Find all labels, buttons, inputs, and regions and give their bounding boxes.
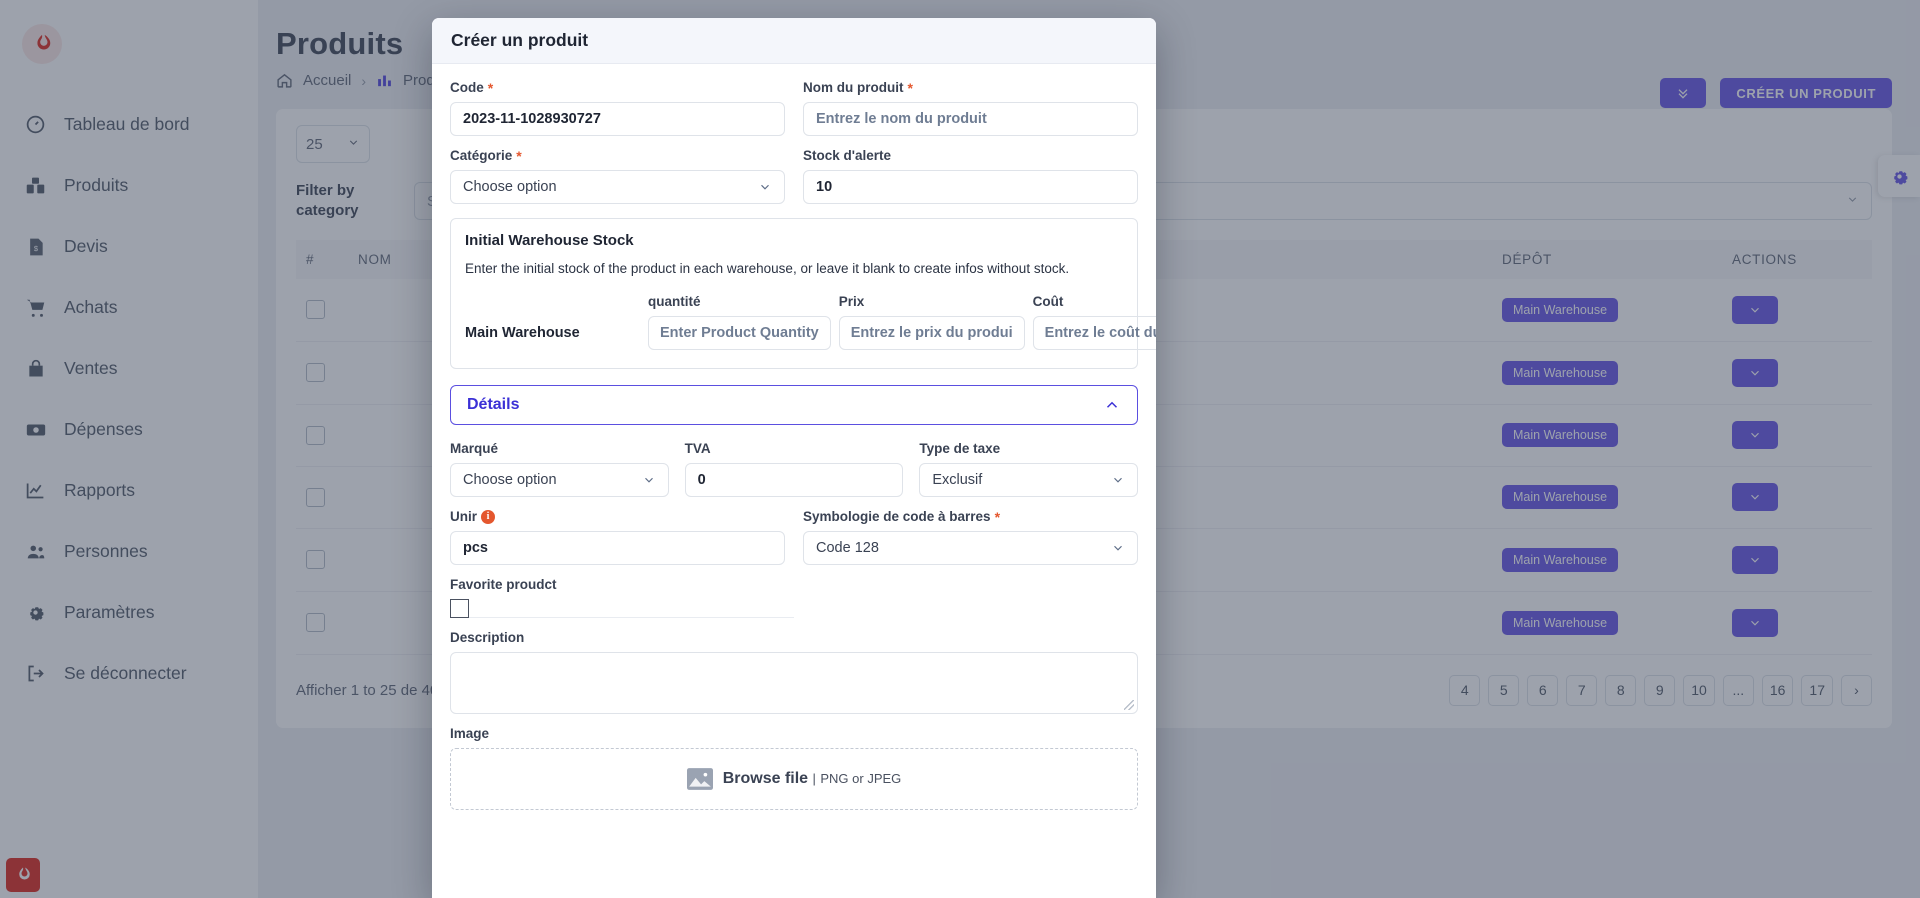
modal-header: Créer un produit (432, 18, 1156, 64)
barcode-symbology-label: Symbologie de code à barres * (803, 509, 1138, 524)
chevron-down-icon (758, 180, 772, 194)
favorite-product-field: Favorite proudct (450, 577, 794, 618)
initial-warehouse-stock-section: Initial Warehouse Stock Enter the initia… (450, 218, 1156, 369)
tva-field: TVA 0 (684, 441, 904, 497)
required-marker: * (994, 508, 1001, 525)
top-fields-grid: Code * 2023-11-1028930727 Nom du produit… (450, 80, 1138, 216)
pipe-separator: | (812, 771, 816, 786)
image-dropzone[interactable]: Browse file | PNG or JPEG (450, 748, 1138, 810)
product-name-label-text: Nom du produit (803, 80, 904, 95)
details-grid: Marqué Choose option TVA 0 Type de taxe (450, 441, 1138, 509)
unit-label: Unir i (450, 509, 785, 524)
warehouse-price-input[interactable]: Entrez le prix du produi (838, 316, 1025, 350)
category-field: Catégorie * Choose option (450, 148, 785, 204)
chevron-down-icon (642, 473, 656, 487)
favorite-product-checkbox[interactable] (450, 599, 469, 618)
required-marker: * (907, 79, 913, 96)
barcode-symbology-value: Code 128 (816, 540, 879, 556)
warehouse-qty-input[interactable]: Enter Product Quantity (648, 316, 831, 350)
tva-label: TVA (684, 441, 711, 456)
warehouse-qty-label: quantité (648, 294, 701, 309)
description-label: Description (450, 630, 525, 645)
favorite-product-label: Favorite proudct (450, 577, 557, 592)
modal-body: Code * 2023-11-1028930727 Nom du produit… (432, 64, 1156, 822)
brand-label: Marqué (450, 441, 499, 456)
warehouse-cost-cell: Coût Entrez le coût du produi (1032, 294, 1156, 350)
description-textarea[interactable] (450, 652, 1138, 714)
category-select[interactable]: Choose option (450, 170, 785, 204)
product-name-label: Nom du produit * (803, 80, 1138, 95)
image-label: Image (450, 726, 490, 741)
warehouse-qty-cell: quantité Enter Product Quantity (648, 294, 831, 350)
chevron-up-icon (1103, 396, 1121, 414)
details-accordion-header[interactable]: Détails (450, 385, 1138, 425)
code-label-text: Code (450, 80, 484, 95)
warehouse-cost-input[interactable]: Entrez le coût du produi (1032, 316, 1156, 350)
barcode-symbology-label-text: Symbologie de code à barres (803, 509, 991, 524)
product-name-input[interactable]: Entrez le nom du produit (803, 102, 1138, 136)
warehouse-price-label: Prix (838, 294, 865, 309)
tax-type-value: Exclusif (932, 472, 983, 488)
category-label: Catégorie * (450, 148, 785, 163)
brand-field: Marqué Choose option (450, 441, 669, 497)
unit-label-text: Unir (450, 509, 477, 524)
tva-input[interactable]: 0 (684, 463, 904, 497)
create-product-modal: Créer un produit Code * 2023-11-10289307… (432, 18, 1156, 898)
tax-type-field: Type de taxe Exclusif (919, 441, 1138, 497)
code-label: Code * (450, 80, 785, 95)
favorite-product-row (450, 599, 794, 618)
product-name-field: Nom du produit * Entrez le nom du produi… (803, 80, 1138, 136)
chevron-down-icon (1111, 541, 1125, 555)
image-icon (686, 768, 713, 790)
category-label-text: Catégorie (450, 148, 513, 163)
brand-select[interactable]: Choose option (450, 463, 669, 497)
warehouse-cost-label: Coût (1032, 294, 1064, 309)
code-input[interactable]: 2023-11-1028930727 (450, 102, 785, 136)
required-marker: * (516, 147, 522, 164)
alert-stock-field: Stock d'alerte 10 (803, 148, 1138, 204)
accepted-formats: PNG or JPEG (820, 771, 902, 786)
warehouse-section-title: Initial Warehouse Stock (465, 232, 634, 249)
required-marker: * (487, 79, 494, 96)
warehouse-name: Main Warehouse (465, 325, 580, 341)
modal-title: Créer un produit (451, 30, 589, 50)
dropzone-text: Browse file | PNG or JPEG (723, 770, 902, 788)
description-field: Description (450, 630, 1138, 714)
browse-file-label[interactable]: Browse file (723, 770, 808, 787)
alert-stock-input[interactable]: 10 (803, 170, 1138, 204)
tax-type-select[interactable]: Exclusif (919, 463, 1138, 497)
tax-type-label: Type de taxe (919, 441, 1001, 456)
unit-field: Unir i pcs (450, 509, 785, 565)
unit-input[interactable]: pcs (450, 531, 785, 565)
info-icon[interactable]: i (481, 509, 495, 524)
unit-barcode-grid: Unir i pcs Symbologie de code à barres *… (450, 509, 1138, 577)
image-field: Image Browse file | PNG or JPEG (450, 726, 1138, 810)
warehouse-section-description: Enter the initial stock of the product i… (465, 261, 1070, 276)
favorite-product-underline (469, 599, 794, 618)
details-accordion-title: Détails (467, 396, 520, 413)
warehouse-price-cell: Prix Entrez le prix du produi (838, 294, 1025, 350)
code-field: Code * 2023-11-1028930727 (450, 80, 785, 136)
warehouse-row: Main Warehouse quantité Enter Product Qu… (465, 294, 1156, 350)
alert-stock-label: Stock d'alerte (803, 148, 891, 163)
category-value: Choose option (463, 179, 557, 195)
brand-value: Choose option (463, 472, 557, 488)
barcode-symbology-select[interactable]: Code 128 (803, 531, 1138, 565)
barcode-symbology-field: Symbologie de code à barres * Code 128 (803, 509, 1138, 565)
chevron-down-icon (1111, 473, 1125, 487)
